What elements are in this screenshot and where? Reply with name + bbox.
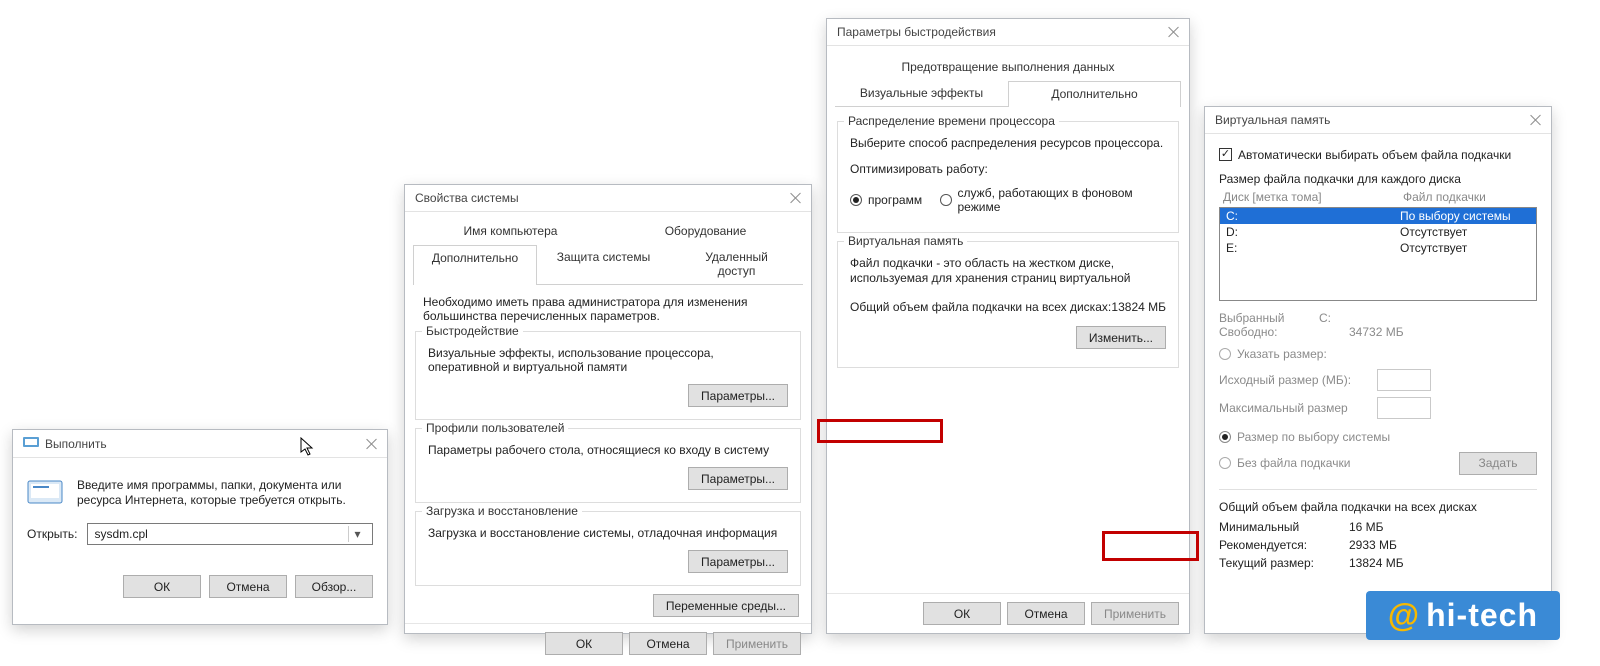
perfopts-titlebar: Параметры быстродействия	[827, 19, 1189, 46]
open-label: Открыть:	[27, 527, 77, 541]
cpu-legend: Распределение времени процессора	[844, 114, 1059, 128]
apply-button[interactable]: Применить	[713, 632, 801, 655]
admin-note: Необходимо иметь права администратора дл…	[405, 285, 811, 323]
list-item[interactable]: C: По выбору системы	[1220, 208, 1536, 224]
virtual-memory-group: Виртуальная память Файл подкачки - это о…	[837, 241, 1179, 368]
optimize-label: Оптимизировать работу:	[850, 162, 1166, 176]
tab-computer-name[interactable]: Имя компьютера	[413, 218, 608, 244]
cancel-button[interactable]: Отмена	[629, 632, 707, 655]
free-space-label: Свободно:	[1219, 325, 1349, 339]
performance-desc: Визуальные эффекты, использование процес…	[428, 346, 788, 374]
tab-advanced[interactable]: Дополнительно	[1008, 81, 1181, 107]
close-icon[interactable]	[1529, 113, 1543, 127]
cancel-button[interactable]: Отмена	[1007, 602, 1085, 625]
initial-size-label: Исходный размер (МБ):	[1219, 373, 1377, 387]
tab-hardware[interactable]: Оборудование	[608, 218, 803, 244]
run-titlebar: Выполнить	[13, 430, 387, 458]
min-label: Минимальный	[1219, 520, 1349, 534]
cpu-scheduling-group: Распределение времени процессора Выберит…	[837, 121, 1179, 233]
open-value: sysdm.cpl	[94, 527, 348, 541]
chevron-down-icon[interactable]: ▾	[348, 526, 366, 542]
run-prompt: Введите имя программы, папки, документа …	[77, 478, 371, 509]
startup-desc: Загрузка и восстановление системы, отлад…	[428, 526, 788, 540]
profiles-legend: Профили пользователей	[422, 421, 568, 435]
vm-legend: Виртуальная память	[844, 234, 967, 248]
radio-programs[interactable]: программ	[850, 186, 922, 214]
vm-desc: Файл подкачки - это область на жестком д…	[850, 256, 1166, 286]
apply-button[interactable]: Применить	[1091, 602, 1179, 625]
open-combobox[interactable]: sysdm.cpl ▾	[87, 523, 373, 545]
radio-custom-size[interactable]: Указать размер:	[1219, 347, 1327, 361]
free-space-value: 34732 МБ	[1349, 325, 1404, 339]
cancel-button[interactable]: Отмена	[209, 575, 287, 598]
initial-size-input[interactable]	[1377, 369, 1431, 391]
tab-dep[interactable]: Предотвращение выполнения данных	[886, 54, 1129, 80]
sysprops-titlebar: Свойства системы	[405, 185, 811, 212]
radio-no-paging-file[interactable]: Без файла подкачки	[1219, 456, 1459, 470]
highlight-advanced-tab	[817, 419, 943, 443]
tab-advanced[interactable]: Дополнительно	[413, 245, 537, 285]
cursor-icon	[300, 437, 314, 457]
ok-button[interactable]: ОК	[545, 632, 623, 655]
cur-value: 13824 МБ	[1349, 556, 1404, 570]
tab-remote[interactable]: Удаленный доступ	[670, 244, 803, 284]
list-item[interactable]: D: Отсутствует	[1220, 224, 1536, 240]
vmem-titlebar: Виртуальная память	[1205, 107, 1551, 134]
selected-drive-label: Выбранный	[1219, 311, 1319, 325]
watermark-badge: @ hi-tech	[1366, 591, 1560, 640]
change-button[interactable]: Изменить...	[1076, 326, 1166, 349]
run-app-icon	[27, 478, 63, 509]
close-icon[interactable]	[789, 191, 803, 205]
radio-system-managed[interactable]: Размер по выбору системы	[1219, 430, 1390, 444]
user-profiles-group: Профили пользователей Параметры рабочего…	[415, 428, 801, 503]
vmem-title: Виртуальная память	[1215, 113, 1330, 127]
performance-legend: Быстродействие	[422, 324, 523, 338]
close-icon[interactable]	[365, 437, 379, 451]
run-dialog: Выполнить Введите имя программы, папки, …	[12, 429, 388, 625]
set-button[interactable]: Задать	[1459, 452, 1537, 475]
ok-button[interactable]: ОК	[923, 602, 1001, 625]
run-title: Выполнить	[45, 437, 107, 451]
virtual-memory-dialog: Виртуальная память ✓ Автоматически выбир…	[1204, 106, 1552, 634]
startup-settings-button[interactable]: Параметры...	[688, 550, 788, 573]
perfopts-title: Параметры быстродействия	[837, 25, 996, 39]
rec-label: Рекомендуется:	[1219, 538, 1349, 552]
max-size-label: Максимальный размер	[1219, 401, 1377, 415]
drives-listbox[interactable]: C: По выбору системы D: Отсутствует E: О…	[1219, 207, 1537, 301]
highlight-performance-button	[1102, 531, 1199, 561]
startup-legend: Загрузка и восстановление	[422, 504, 582, 518]
browse-button[interactable]: Обзор...	[295, 575, 373, 598]
list-header-file: Файл подкачки	[1403, 190, 1533, 204]
selected-drive-value: C:	[1319, 311, 1331, 325]
profiles-settings-button[interactable]: Параметры...	[688, 467, 788, 490]
tab-visual-effects[interactable]: Визуальные эффекты	[835, 80, 1008, 106]
sysprops-title: Свойства системы	[415, 191, 519, 205]
per-drive-label: Размер файла подкачки для каждого диска	[1219, 172, 1537, 186]
totals-heading: Общий объем файла подкачки на всех диска…	[1219, 500, 1537, 514]
tab-system-protection[interactable]: Защита системы	[537, 244, 670, 284]
vm-total-value: 13824 МБ	[1111, 300, 1166, 314]
vm-total-label: Общий объем файла подкачки на всех диска…	[850, 300, 1111, 314]
rec-value: 2933 МБ	[1349, 538, 1397, 552]
ok-button[interactable]: ОК	[123, 575, 201, 598]
run-icon	[23, 436, 39, 451]
env-vars-button[interactable]: Переменные среды...	[653, 594, 799, 617]
close-icon[interactable]	[1167, 25, 1181, 39]
min-value: 16 МБ	[1349, 520, 1384, 534]
performance-group: Быстродействие Визуальные эффекты, испол…	[415, 331, 801, 420]
performance-settings-button[interactable]: Параметры...	[688, 384, 788, 407]
auto-manage-checkbox[interactable]: ✓ Автоматически выбирать объем файла под…	[1219, 148, 1511, 162]
cpu-desc: Выберите способ распределения ресурсов п…	[850, 136, 1166, 150]
startup-recovery-group: Загрузка и восстановление Загрузка и вос…	[415, 511, 801, 586]
radio-services[interactable]: служб, работающих в фоновом режиме	[940, 186, 1166, 214]
max-size-input[interactable]	[1377, 397, 1431, 419]
cur-label: Текущий размер:	[1219, 556, 1349, 570]
list-header-drive: Диск [метка тома]	[1223, 190, 1403, 204]
profiles-desc: Параметры рабочего стола, относящиеся ко…	[428, 443, 788, 457]
list-item[interactable]: E: Отсутствует	[1220, 240, 1536, 256]
system-properties-dialog: Свойства системы Имя компьютера Оборудов…	[404, 184, 812, 634]
